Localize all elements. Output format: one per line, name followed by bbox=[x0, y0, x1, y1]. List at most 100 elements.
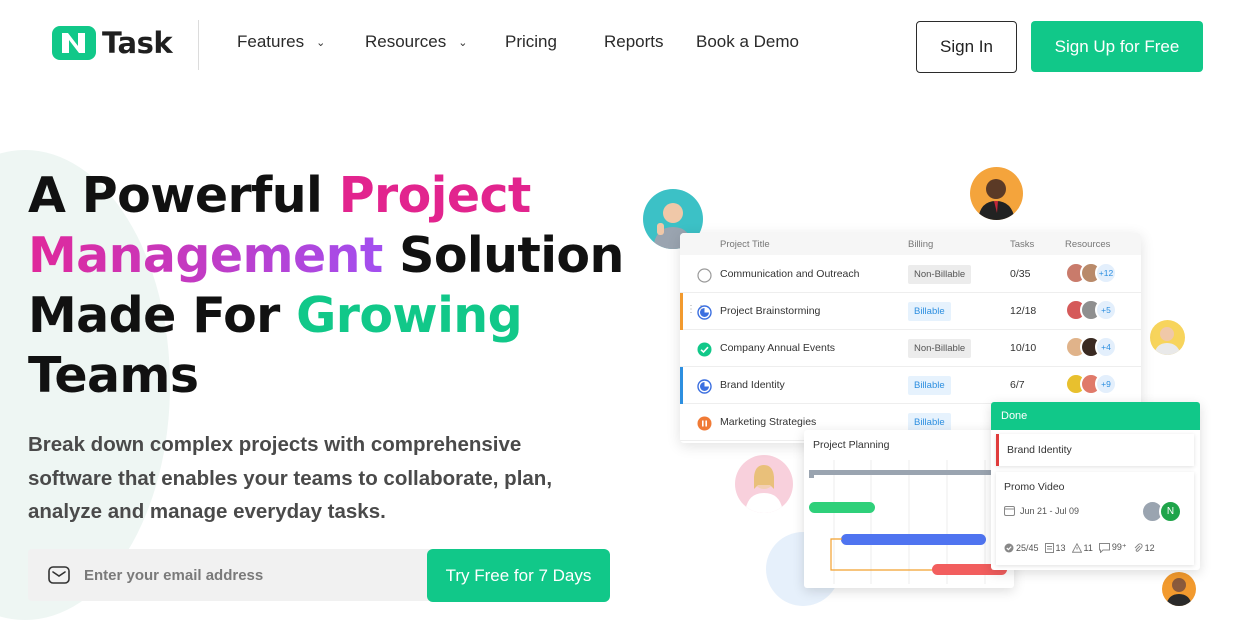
header-divider bbox=[198, 20, 199, 70]
email-input[interactable] bbox=[84, 566, 384, 584]
status-progress-icon bbox=[697, 379, 712, 394]
hero-subtitle: Break down complex projects with compreh… bbox=[28, 433, 553, 523]
billing-badge: Non-Billable bbox=[908, 265, 972, 284]
paperclip-icon bbox=[1134, 542, 1143, 552]
billing-badge: Billable bbox=[908, 302, 951, 321]
hero-title-part: Made For bbox=[28, 287, 297, 344]
row-title: Brand Identity bbox=[720, 379, 785, 391]
email-field-wrapper bbox=[28, 549, 448, 601]
nav-book-demo[interactable]: Book a Demo bbox=[696, 32, 799, 52]
nav-reports[interactable]: Reports bbox=[604, 32, 664, 52]
chevron-down-icon: ⌄ bbox=[458, 36, 468, 49]
kanban-column-title: Done bbox=[991, 402, 1200, 430]
comment-icon bbox=[1098, 542, 1110, 553]
column-header: Project Title bbox=[720, 239, 770, 250]
nav-resources-label: Resources bbox=[365, 32, 447, 51]
row-title: Company Annual Events bbox=[720, 342, 835, 354]
status-progress-icon bbox=[697, 305, 712, 320]
hero-title-part: Solution bbox=[382, 227, 624, 284]
hero-title-highlight: Project bbox=[338, 167, 532, 224]
row-title: Communication and Outreach bbox=[720, 268, 860, 280]
table-row[interactable]: Communication and Outreach Non-Billable … bbox=[680, 256, 1141, 293]
resources-group: +9 bbox=[1065, 373, 1117, 395]
kanban-card-assignees: N bbox=[1141, 500, 1182, 523]
table-row[interactable]: ⋮⋮ Project Brainstorming Billable 12/18 … bbox=[680, 293, 1141, 330]
sign-in-button[interactable]: Sign In bbox=[916, 21, 1017, 73]
kanban-card-title: Promo Video bbox=[1004, 481, 1065, 493]
avatar: N bbox=[1159, 500, 1182, 523]
logo-text: Task bbox=[102, 26, 173, 60]
landing-page: Task Features ⌄ Resources ⌄ Pricing Repo… bbox=[0, 0, 1257, 629]
issues-stat: 11 bbox=[1071, 542, 1093, 553]
status-done-icon bbox=[697, 342, 712, 357]
checklist-count: 25/45 bbox=[1016, 542, 1039, 553]
logo-mark-icon bbox=[52, 26, 96, 60]
logo[interactable]: Task bbox=[52, 24, 173, 62]
sign-up-button[interactable]: Sign Up for Free bbox=[1031, 21, 1203, 72]
row-accent bbox=[680, 367, 683, 404]
kanban-column: Done Brand Identity Promo Video Jun 21 -… bbox=[991, 402, 1200, 570]
notes-icon bbox=[1044, 542, 1054, 553]
calendar-icon bbox=[1004, 506, 1015, 516]
resources-more-badge: +12 bbox=[1095, 262, 1117, 284]
checklist-stat: 25/45 bbox=[1004, 543, 1039, 553]
row-tasks: 12/18 bbox=[1010, 305, 1037, 317]
hero-title: A Powerful Project Management Solution M… bbox=[28, 166, 628, 406]
notes-stat: 13 bbox=[1044, 542, 1066, 553]
nav-resources[interactable]: Resources ⌄ bbox=[365, 32, 467, 52]
column-header: Resources bbox=[1065, 239, 1111, 250]
gantt-bar bbox=[841, 534, 986, 545]
column-header: Tasks bbox=[1010, 239, 1035, 250]
comments-stat: 99⁺ bbox=[1098, 542, 1127, 553]
table-header: Project Title Billing Tasks Resources bbox=[680, 233, 1141, 255]
row-tasks: 6/7 bbox=[1010, 379, 1025, 391]
resources-more-badge: +9 bbox=[1095, 373, 1117, 395]
try-free-button[interactable]: Try Free for 7 Days bbox=[427, 549, 610, 602]
avatar bbox=[970, 167, 1023, 220]
resources-group: +12 bbox=[1065, 262, 1117, 284]
nav-reports-label: Reports bbox=[604, 32, 664, 51]
row-accent bbox=[680, 293, 683, 330]
hero-title-part: A Powerful bbox=[28, 167, 339, 224]
row-tasks: 10/10 bbox=[1010, 342, 1037, 354]
comments-count: 99⁺ bbox=[1111, 542, 1127, 552]
resources-group: +5 bbox=[1065, 299, 1117, 321]
avatar bbox=[1162, 572, 1196, 606]
status-empty-icon bbox=[697, 268, 712, 283]
hero-title-highlight: Growing bbox=[296, 287, 523, 344]
row-tasks: 0/35 bbox=[1010, 268, 1031, 280]
avatar bbox=[1150, 320, 1185, 355]
kanban-card-date: Jun 21 - Jul 09 bbox=[1004, 505, 1079, 516]
attachments-count: 12 bbox=[1144, 542, 1155, 553]
table-row[interactable]: Brand Identity Billable 6/7 +9 bbox=[680, 367, 1141, 404]
row-title: Marketing Strategies bbox=[720, 416, 817, 428]
gantt-bar bbox=[809, 502, 875, 513]
nav-book-demo-label: Book a Demo bbox=[696, 32, 799, 51]
nav-features[interactable]: Features ⌄ bbox=[237, 32, 325, 52]
kanban-card-date-text: Jun 21 - Jul 09 bbox=[1020, 505, 1080, 516]
hero-title-highlight: Management bbox=[28, 227, 383, 284]
gantt-summary-bar bbox=[809, 470, 994, 475]
gantt-card: Project Planning bbox=[804, 430, 1014, 588]
status-paused-icon bbox=[697, 416, 712, 431]
resources-group: +4 bbox=[1065, 336, 1117, 358]
nav-pricing-label: Pricing bbox=[505, 32, 557, 51]
kanban-card[interactable]: Brand Identity bbox=[996, 434, 1194, 466]
hero-title-part: Teams bbox=[28, 347, 199, 404]
avatar bbox=[735, 455, 793, 513]
kanban-card[interactable]: Promo Video Jun 21 - Jul 09 N 25/45 13 1… bbox=[996, 472, 1194, 565]
nav-features-label: Features bbox=[237, 32, 305, 51]
notes-count: 13 bbox=[1055, 542, 1066, 553]
mail-icon bbox=[48, 566, 70, 584]
table-row[interactable]: Company Annual Events Non-Billable 10/10… bbox=[680, 330, 1141, 367]
kanban-card-stats: 25/45 13 11 99⁺ 12 bbox=[1004, 542, 1155, 553]
nav-pricing[interactable]: Pricing bbox=[505, 32, 557, 52]
billing-badge: Non-Billable bbox=[908, 339, 972, 358]
attachments-stat: 12 bbox=[1133, 543, 1155, 553]
billing-badge: Billable bbox=[908, 376, 951, 395]
resources-more-badge: +5 bbox=[1095, 299, 1117, 321]
chevron-down-icon: ⌄ bbox=[316, 36, 326, 49]
gantt-title: Project Planning bbox=[813, 439, 890, 451]
column-header: Billing bbox=[908, 239, 934, 250]
issues-count: 11 bbox=[1083, 542, 1093, 553]
